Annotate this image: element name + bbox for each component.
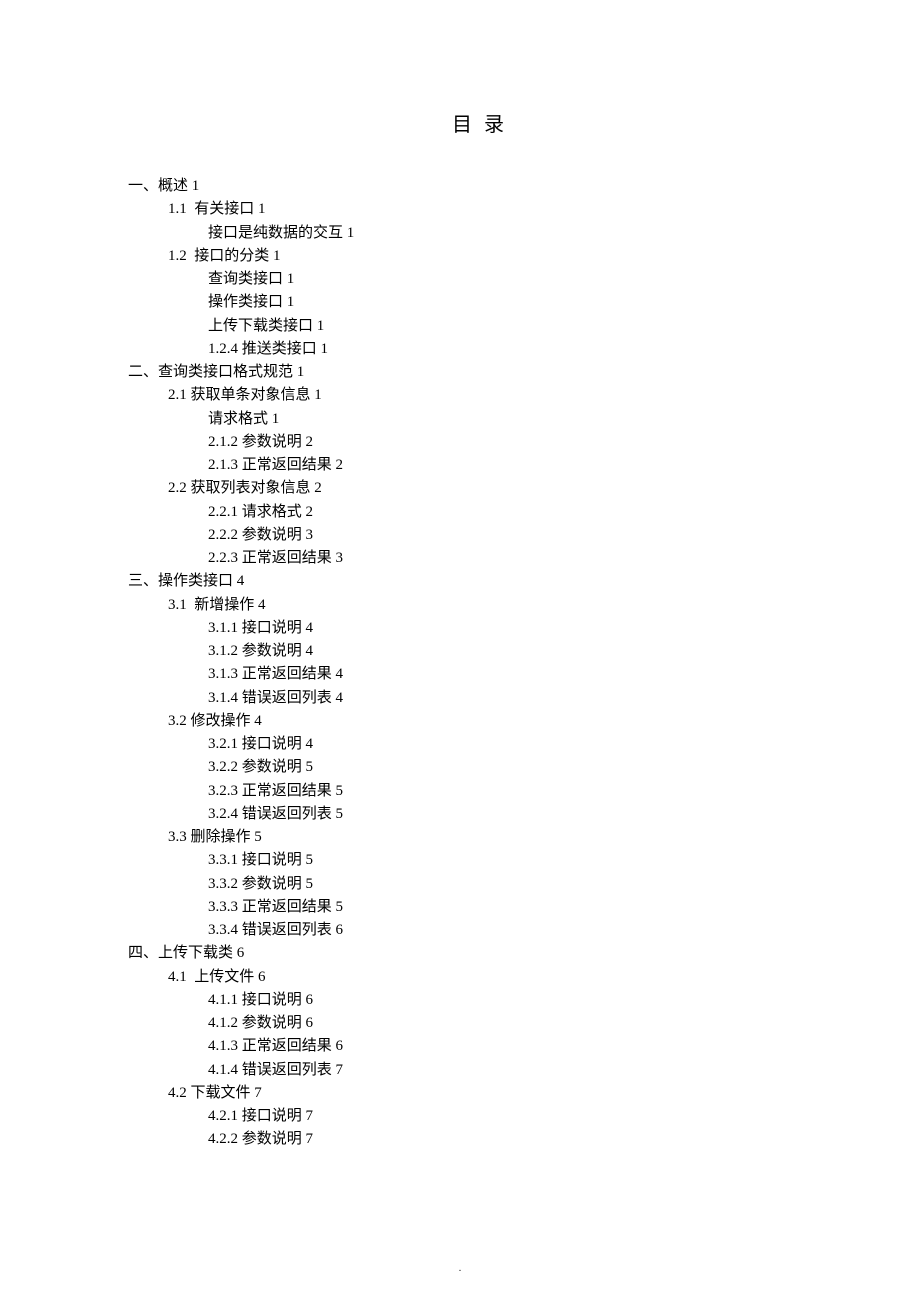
toc-entry: 4.2.1 接口说明 7 — [128, 1105, 840, 1128]
toc-entry: 3.2.1 接口说明 4 — [128, 733, 840, 756]
toc-title: 目录 — [128, 110, 840, 141]
toc-entry: 三、操作类接口 4 — [128, 570, 840, 593]
toc-entry: 二、查询类接口格式规范 1 — [128, 361, 840, 384]
toc-entry: 2.2 获取列表对象信息 2 — [128, 477, 840, 500]
toc-entry: 3.3 删除操作 5 — [128, 826, 840, 849]
toc-entry: 3.2.4 错误返回列表 5 — [128, 803, 840, 826]
toc-entry: 2.2.3 正常返回结果 3 — [128, 547, 840, 570]
toc-entry: 3.3.4 错误返回列表 6 — [128, 919, 840, 942]
toc-entry: 操作类接口 1 — [128, 291, 840, 314]
toc-entry: 2.1.2 参数说明 2 — [128, 431, 840, 454]
toc-entry: 4.1.4 错误返回列表 7 — [128, 1059, 840, 1082]
toc-entry: 2.1 获取单条对象信息 1 — [128, 384, 840, 407]
toc-entry: 4.1.3 正常返回结果 6 — [128, 1035, 840, 1058]
toc-entry: 四、上传下载类 6 — [128, 942, 840, 965]
toc-body: 一、概述 11.1 有关接口 1接口是纯数据的交互 11.2 接口的分类 1查询… — [128, 175, 840, 1152]
toc-entry: 3.3.3 正常返回结果 5 — [128, 896, 840, 919]
toc-entry: 3.1.1 接口说明 4 — [128, 617, 840, 640]
toc-entry: 一、概述 1 — [128, 175, 840, 198]
toc-entry: 3.1 新增操作 4 — [128, 594, 840, 617]
document-page: 目录 一、概述 11.1 有关接口 1接口是纯数据的交互 11.2 接口的分类 … — [0, 0, 920, 1152]
toc-entry: 3.1.4 错误返回列表 4 — [128, 687, 840, 710]
toc-entry: 2.2.2 参数说明 3 — [128, 524, 840, 547]
toc-entry: 1.2 接口的分类 1 — [128, 245, 840, 268]
toc-entry: 4.1.1 接口说明 6 — [128, 989, 840, 1012]
footer-mark: . — [0, 1260, 920, 1277]
toc-entry: 3.1.2 参数说明 4 — [128, 640, 840, 663]
toc-entry: 4.1.2 参数说明 6 — [128, 1012, 840, 1035]
toc-entry: 3.3.1 接口说明 5 — [128, 849, 840, 872]
toc-entry: 1.1 有关接口 1 — [128, 198, 840, 221]
toc-entry: 1.2.4 推送类接口 1 — [128, 338, 840, 361]
toc-entry: 4.2 下载文件 7 — [128, 1082, 840, 1105]
toc-entry: 2.2.1 请求格式 2 — [128, 501, 840, 524]
toc-entry: 3.1.3 正常返回结果 4 — [128, 663, 840, 686]
toc-entry: 2.1.3 正常返回结果 2 — [128, 454, 840, 477]
toc-entry: 4.1 上传文件 6 — [128, 966, 840, 989]
toc-entry: 3.2 修改操作 4 — [128, 710, 840, 733]
toc-entry: 3.3.2 参数说明 5 — [128, 873, 840, 896]
toc-entry: 3.2.2 参数说明 5 — [128, 756, 840, 779]
toc-entry: 3.2.3 正常返回结果 5 — [128, 780, 840, 803]
toc-entry: 上传下载类接口 1 — [128, 315, 840, 338]
toc-entry: 请求格式 1 — [128, 408, 840, 431]
toc-entry: 接口是纯数据的交互 1 — [128, 222, 840, 245]
toc-entry: 4.2.2 参数说明 7 — [128, 1128, 840, 1151]
toc-entry: 查询类接口 1 — [128, 268, 840, 291]
